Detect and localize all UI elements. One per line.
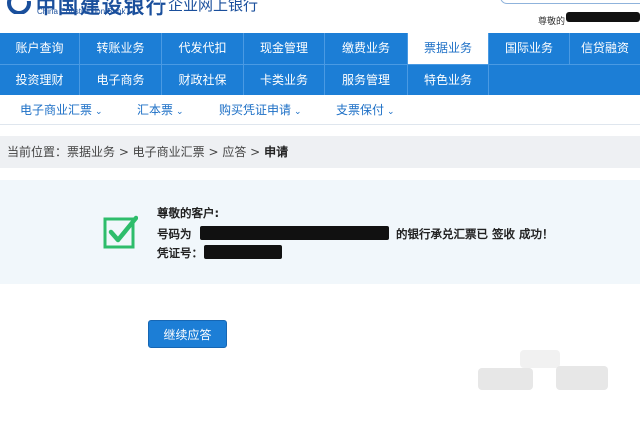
nav-item-cash-management[interactable]: 现金管理 [244, 33, 325, 64]
chevron-down-icon: ⌄ [176, 107, 184, 117]
chevron-down-icon: ⌄ [294, 107, 302, 117]
nav-item-transfer[interactable]: 转账业务 [80, 33, 162, 64]
subnav-label: 汇本票 [137, 103, 174, 117]
main-nav-row-1: 账户查询 转账业务 代发代扣 现金管理 缴费业务 票据业务 国际业务 信贷融资 [0, 33, 640, 64]
redacted-voucher-number [204, 245, 282, 259]
header-search-box[interactable] [500, 0, 640, 4]
subnav-label: 支票保付 [336, 103, 385, 117]
nav-item-payroll[interactable]: 代发代扣 [162, 33, 244, 64]
result-number-prefix: 号码为 [157, 227, 192, 241]
subnav-label: 购买凭证申请 [219, 103, 292, 117]
page-header: 中国建设银行 China Construction Bank 企业网上银行 尊敬… [0, 0, 640, 33]
nav-item-ecommerce[interactable]: 电子商务 [80, 65, 162, 96]
subnav-item-draft-note[interactable]: 汇本票 ⌄ [137, 95, 184, 125]
user-greeting: 尊敬的 [538, 17, 566, 27]
voucher-label: 凭证号： [157, 246, 203, 260]
subnav-label: 电子商业汇票 [20, 103, 93, 117]
chevron-down-icon: ⌄ [387, 107, 395, 117]
nav-item-account-query[interactable]: 账户查询 [0, 33, 80, 64]
blurred-watermark [556, 366, 608, 390]
nav-item-bill-business[interactable]: 票据业务 [408, 33, 489, 64]
nav-item-service-management[interactable]: 服务管理 [325, 65, 408, 96]
nav-item-featured[interactable]: 特色业务 [408, 65, 489, 96]
nav-item-social-security[interactable]: 财政社保 [162, 65, 244, 96]
redacted-username [566, 12, 640, 22]
nav-item-card[interactable]: 卡类业务 [244, 65, 325, 96]
breadcrumb-current: 申请 [264, 145, 289, 159]
result-salutation: 尊敬的客户: [157, 206, 220, 220]
subnav-item-ecommercial-draft[interactable]: 电子商业汇票 ⌄ [20, 95, 103, 125]
chevron-down-icon: ⌄ [95, 107, 103, 117]
main-nav-row-2: 投资理财 电子商务 财政社保 卡类业务 服务管理 特色业务 [0, 64, 640, 96]
bank-logo-icon [7, 0, 32, 14]
blurred-watermark [520, 350, 560, 368]
breadcrumb-path: 当前位置：票据业务 > 电子商业汇票 > 应答 > [7, 145, 265, 159]
breadcrumb: 当前位置：票据业务 > 电子商业汇票 > 应答 > 申请 [0, 136, 640, 168]
blurred-watermark [478, 368, 533, 390]
continue-answer-button[interactable]: 继续应答 [148, 320, 227, 348]
nav-item-investment[interactable]: 投资理财 [0, 65, 80, 96]
nav-item-credit[interactable]: 信贷融资 [570, 33, 640, 64]
logo-divider [160, 0, 161, 12]
sub-nav: 电子商业汇票 ⌄ 汇本票 ⌄ 购买凭证申请 ⌄ 支票保付 ⌄ [0, 95, 640, 125]
bank-name-en: China Construction Bank [37, 7, 126, 16]
success-check-icon [103, 215, 138, 249]
site-subtitle: 企业网上银行 [168, 0, 259, 14]
subnav-item-voucher-purchase[interactable]: 购买凭证申请 ⌄ [219, 95, 302, 125]
nav-item-bill-payment[interactable]: 缴费业务 [325, 33, 408, 64]
subnav-item-check-guarantee[interactable]: 支票保付 ⌄ [336, 95, 395, 125]
redacted-draft-number [200, 226, 389, 240]
result-number-suffix: 的银行承兑汇票已 签收 成功！ [396, 227, 554, 241]
main-nav: 账户查询 转账业务 代发代扣 现金管理 缴费业务 票据业务 国际业务 信贷融资 … [0, 33, 640, 96]
nav-item-international[interactable]: 国际业务 [489, 33, 570, 64]
